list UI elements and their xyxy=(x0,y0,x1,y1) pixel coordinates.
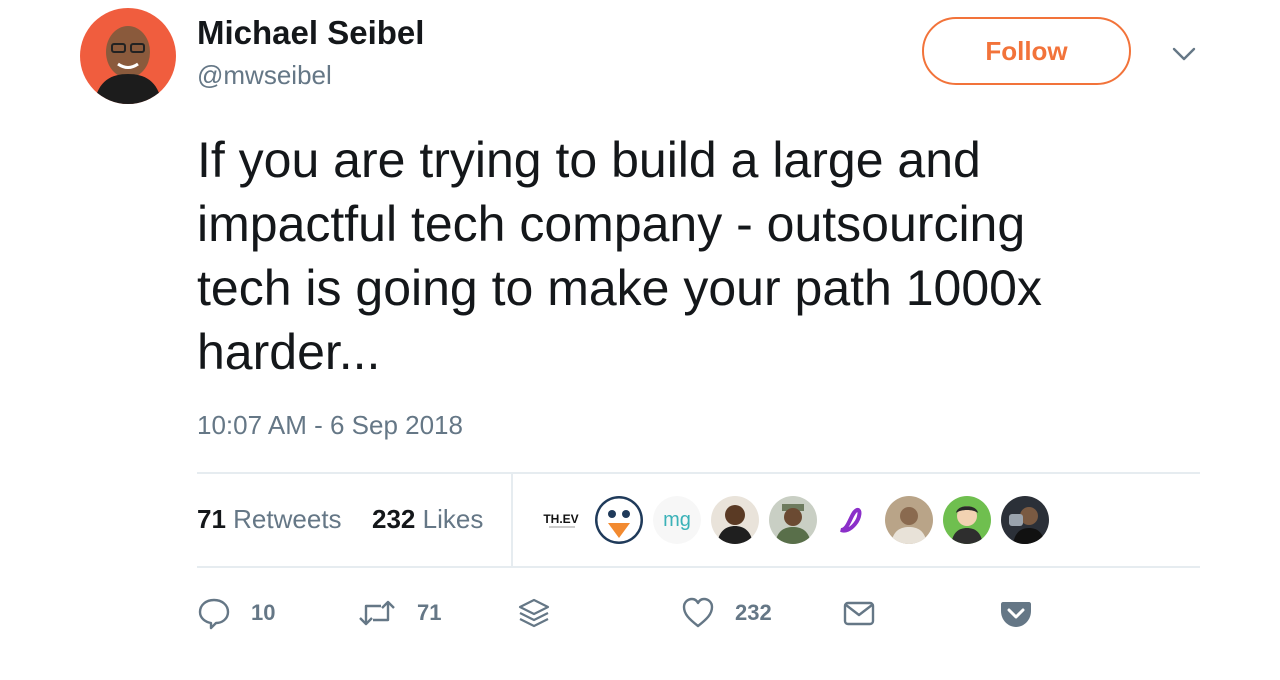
purple-logo[interactable] xyxy=(827,496,875,544)
reply-count: 10 xyxy=(251,600,276,625)
retweet-count: 71 xyxy=(417,600,442,625)
mascot-avatar[interactable] xyxy=(595,496,643,544)
stats-separator xyxy=(511,474,513,566)
tweet-text: If you are trying to build a large and i… xyxy=(197,132,1042,380)
heart-icon xyxy=(682,597,714,628)
retweet-icon xyxy=(359,600,395,626)
theev-logo[interactable]: TH.EV xyxy=(537,496,585,544)
likes-stat[interactable]: 232 Likes xyxy=(372,504,483,535)
reply-icon xyxy=(198,598,230,630)
pocket-icon xyxy=(1001,602,1031,627)
chevron-down-icon[interactable] xyxy=(1168,40,1200,68)
retweets-stat[interactable]: 71 Retweets xyxy=(197,504,342,535)
like-count: 232 xyxy=(735,600,772,625)
likes-label: Likes xyxy=(422,504,484,534)
person-avatar[interactable] xyxy=(769,496,817,544)
mg-logo[interactable]: mg xyxy=(653,496,701,544)
cartoon-avatar[interactable] xyxy=(943,496,991,544)
theev-logo-text: TH.EV xyxy=(543,512,578,526)
person-avatar[interactable] xyxy=(885,496,933,544)
person-avatar[interactable] xyxy=(1001,496,1049,544)
envelope-icon xyxy=(843,601,875,626)
author-handle[interactable]: @mwseibel xyxy=(197,60,332,91)
person-avatar[interactable] xyxy=(711,496,759,544)
retweet-button[interactable]: 71 xyxy=(357,590,441,636)
retweets-count: 71 xyxy=(197,504,226,534)
likes-count: 232 xyxy=(372,504,416,534)
author-name[interactable]: Michael Seibel xyxy=(197,14,424,52)
stack-button[interactable] xyxy=(517,590,551,636)
action-bar: 10 71 232 xyxy=(197,590,1200,636)
like-button[interactable]: 232 xyxy=(681,590,772,636)
follow-button[interactable]: Follow xyxy=(922,17,1131,85)
author-avatar[interactable] xyxy=(80,8,176,104)
retweets-label: Retweets xyxy=(233,504,342,534)
tweet-stats: 71 Retweets 232 Likes TH.EV mg xyxy=(197,474,1200,566)
layers-icon xyxy=(518,598,550,628)
message-button[interactable] xyxy=(842,590,876,636)
reply-button[interactable]: 10 xyxy=(197,590,275,636)
mg-logo-text: mg xyxy=(663,509,691,531)
divider-bottom xyxy=(197,566,1200,568)
tweet-timestamp[interactable]: 10:07 AM - 6 Sep 2018 xyxy=(197,410,463,441)
pocket-button[interactable] xyxy=(999,590,1033,636)
